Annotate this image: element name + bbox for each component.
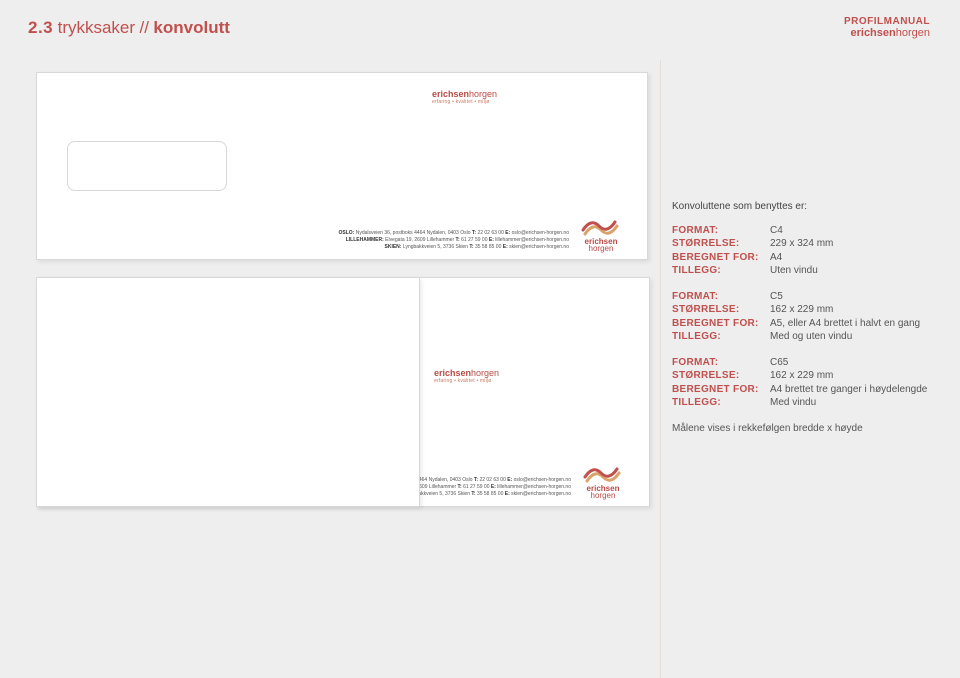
manual-title: PROFILMANUAL (844, 16, 930, 27)
logo-icon (579, 216, 623, 238)
label-format: FORMAT: (672, 290, 770, 304)
tel-label: T: (458, 484, 462, 490)
email: lillehammer@erichsen-horgen.no (497, 484, 571, 490)
val-extra: Uten vindu (770, 264, 818, 278)
brand-part2: horgen (471, 368, 499, 378)
telephone: 22 02 63 00 (477, 230, 503, 236)
manual-brand: PROFILMANUAL erichsenhorgen (844, 16, 930, 39)
tel-label: T: (472, 230, 476, 236)
section-title: trykksaker (58, 18, 135, 37)
email: lillehammer@erichsen-horgen.no (495, 237, 569, 243)
brand-part1: erichsen (850, 27, 895, 39)
section-subtitle: konvolutt (153, 18, 230, 37)
brand-part1: erichsen (434, 368, 471, 378)
label-extra: TILLEGG: (672, 396, 770, 410)
email-label: E: (505, 491, 510, 497)
val-size: 162 x 229 mm (770, 369, 833, 383)
email-label: E: (491, 484, 496, 490)
telephone: 61 27 59 00 (461, 237, 487, 243)
city-label: SKIEN: (385, 244, 402, 250)
val-size: 162 x 229 mm (770, 303, 833, 317)
address: Lyngbakkveien 5, 3736 Skien (403, 244, 468, 250)
tel-label: T: (471, 491, 475, 497)
email-label: E: (505, 230, 510, 236)
email: skien@erichsen-horgen.no (509, 244, 569, 250)
brand-part2: horgen (591, 491, 616, 500)
email: oslo@erichsen-horgen.no (514, 477, 571, 483)
brand-wordmark-small: erichsenhorgen (844, 27, 930, 39)
city-label: OSLO: (338, 230, 354, 236)
label-size: STØRRELSE: (672, 369, 770, 383)
val-for: A4 brettet tre ganger i høydelengde (770, 383, 927, 397)
tel-label: T: (456, 237, 460, 243)
brand-part2: horgen (469, 89, 497, 99)
address: Nydalsveien 36, postboks 4464 Nydalen, 0… (356, 230, 471, 236)
label-size: STØRRELSE: (672, 303, 770, 317)
brand-part1: erichsen (432, 89, 469, 99)
label-format: FORMAT: (672, 356, 770, 370)
val-for: A4 (770, 251, 782, 265)
label-extra: TILLEGG: (672, 330, 770, 344)
brand-part2: horgen (589, 244, 614, 253)
label-for: BEREGNET FOR: (672, 251, 770, 265)
section-separator: // (140, 18, 149, 37)
address: Elvegata 19, 2609 Lillehammer (385, 237, 454, 243)
label-extra: TILLEGG: (672, 264, 770, 278)
telephone: 61 27 59 00 (463, 484, 489, 490)
vertical-divider (660, 60, 661, 678)
telephone: 35 58 85 00 (477, 491, 503, 497)
envelope-c5 (36, 277, 420, 507)
info-intro: Konvoluttene som benyttes er: (672, 200, 942, 214)
logo-icon (581, 463, 625, 485)
brand-part2: horgen (896, 27, 930, 39)
email: oslo@erichsen-horgen.no (512, 230, 569, 236)
tel-label: T: (469, 244, 473, 250)
val-extra: Med vindu (770, 396, 816, 410)
email-label: E: (503, 244, 508, 250)
envelope-c4: erichsenhorgen erfaring • kvalitet • mil… (36, 72, 648, 260)
envelope-window (67, 141, 227, 191)
logo-mark-c65: erichsenhorgen (581, 463, 625, 500)
telephone: 35 58 85 00 (475, 244, 501, 250)
val-format: C5 (770, 290, 783, 304)
info-footnote: Målene vises i rekkefølgen bredde x høyd… (672, 422, 942, 436)
brand-tagline: erfaring • kvalitet • miljø (432, 99, 497, 105)
val-for: A5, eller A4 brettet i halvt en gang (770, 317, 920, 331)
label-format: FORMAT: (672, 224, 770, 238)
spec-c65: FORMAT:C65 STØRRELSE:162 x 229 mm BEREGN… (672, 356, 942, 410)
spec-c4: FORMAT:C4 STØRRELSE:229 x 324 mm BEREGNE… (672, 224, 942, 278)
label-for: BEREGNET FOR: (672, 317, 770, 331)
label-size: STØRRELSE: (672, 237, 770, 251)
telephone: 22 02 63 00 (479, 477, 505, 483)
brand-wordmark-c65: erichsenhorgen erfaring • kvalitet • mil… (434, 368, 499, 384)
contact-block-c4: OSLO: Nydalsveien 36, postboks 4464 Nyda… (338, 230, 569, 251)
val-format: C4 (770, 224, 783, 238)
email-label: E: (489, 237, 494, 243)
info-column: Konvoluttene som benyttes er: FORMAT:C4 … (672, 200, 942, 435)
section-number: 2.3 (28, 18, 53, 37)
brand-tagline: erfaring • kvalitet • miljø (434, 378, 499, 384)
tel-label: T: (474, 477, 478, 483)
brand-wordmark-c4: erichsenhorgen erfaring • kvalitet • mil… (432, 89, 497, 105)
city-label: LILLEHAMMER: (346, 237, 384, 243)
page-header: 2.3 trykksaker // konvolutt (28, 18, 230, 38)
logo-mark-c4: erichsenhorgen (579, 216, 623, 253)
val-extra: Med og uten vindu (770, 330, 852, 344)
email-label: E: (507, 477, 512, 483)
label-for: BEREGNET FOR: (672, 383, 770, 397)
val-format: C65 (770, 356, 788, 370)
val-size: 229 x 324 mm (770, 237, 833, 251)
spec-c5: FORMAT:C5 STØRRELSE:162 x 229 mm BEREGNE… (672, 290, 942, 344)
email: skien@erichsen-horgen.no (511, 491, 571, 497)
